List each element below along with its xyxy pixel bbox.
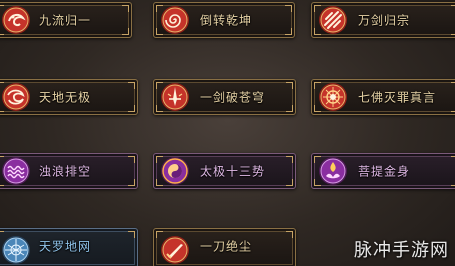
skill-grid-screen: 九流归一 倒转乾坤 万剑归宗 天地无极 一剑破苍穹 七佛灭罪真言 浊浪排空 太极… [0, 0, 455, 266]
skill-name: 菩提金身 [358, 164, 411, 179]
skill-name: 浊浪排空 [39, 164, 92, 179]
skill-name: 太极十三势 [200, 164, 266, 179]
skill-card-wanjian[interactable]: 万剑归宗 [311, 2, 455, 38]
wave-icon [1, 156, 31, 186]
skill-name: 天罗地网 [39, 239, 92, 254]
skill-name: 万剑归宗 [358, 13, 411, 28]
net-icon [1, 235, 31, 265]
lotus-flame-icon [318, 156, 348, 186]
sword-slash-icon [318, 5, 348, 35]
buddha-wheel-icon [318, 82, 348, 112]
taiji-icon [160, 156, 190, 186]
skill-card-jiuliu[interactable]: 九流归一 [0, 2, 132, 38]
skill-card-qifo[interactable]: 七佛灭罪真言 [311, 79, 455, 115]
skill-card-tiandi[interactable]: 天地无极 [0, 79, 138, 115]
yin-yang-swirl-icon [1, 82, 31, 112]
skill-name: 七佛灭罪真言 [358, 90, 437, 105]
skill-card-yijian[interactable]: 一剑破苍穹 [153, 79, 296, 115]
skill-name: 天地无极 [39, 90, 92, 105]
skill-card-puti[interactable]: 菩提金身 [311, 153, 455, 189]
site-watermark: 脉冲手游网 [354, 240, 449, 261]
skill-card-daozhuan[interactable]: 倒转乾坤 [153, 2, 295, 38]
spiral-cloud-icon [160, 5, 190, 35]
skill-name: 一剑破苍穹 [200, 90, 266, 105]
swirl-tiger-icon [1, 5, 31, 35]
upright-sword-icon [160, 82, 190, 112]
skill-card-tianluo[interactable]: 天罗地网 [0, 228, 138, 266]
skill-name: 九流归一 [39, 13, 92, 28]
skill-name: 一刀绝尘 [200, 239, 253, 254]
blade-icon [160, 235, 190, 265]
skill-card-yidao[interactable]: 一刀绝尘 [153, 228, 296, 266]
skill-card-zhuolang[interactable]: 浊浪排空 [0, 153, 138, 189]
skill-name: 倒转乾坤 [200, 13, 253, 28]
skill-card-taiji[interactable]: 太极十三势 [153, 153, 296, 189]
